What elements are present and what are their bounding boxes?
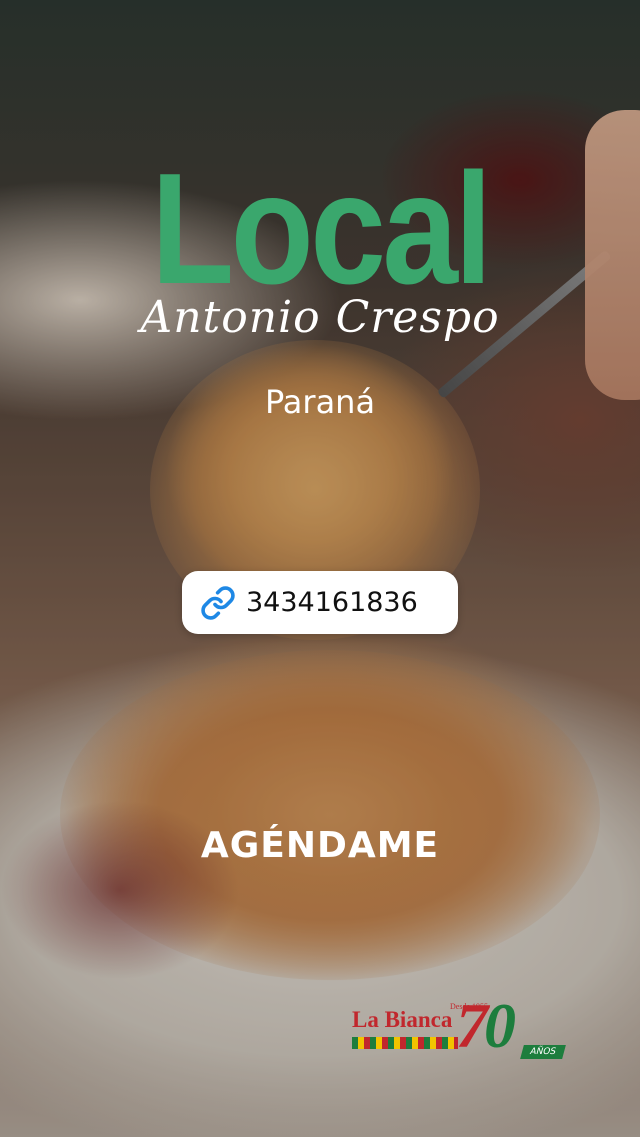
logo-brand: La Bianca [352, 1007, 453, 1032]
phone-number: 3434161836 [246, 587, 418, 618]
logo-years: AÑOS [520, 1045, 566, 1059]
page-title: Local [151, 141, 492, 317]
phone-link-button[interactable]: 3434161836 [182, 571, 458, 634]
logo-stripe [352, 1037, 458, 1049]
book-appointment-cta[interactable]: AGÉNDAME [0, 822, 640, 870]
city-name: Paraná [264, 383, 376, 421]
location-name: Antonio Crespo [140, 292, 500, 343]
link-icon [201, 585, 235, 620]
logo-anniversary: 70 [456, 990, 516, 1061]
la-bianca-logo: La Bianca Desde 1955 70 AÑOS [352, 991, 592, 1067]
